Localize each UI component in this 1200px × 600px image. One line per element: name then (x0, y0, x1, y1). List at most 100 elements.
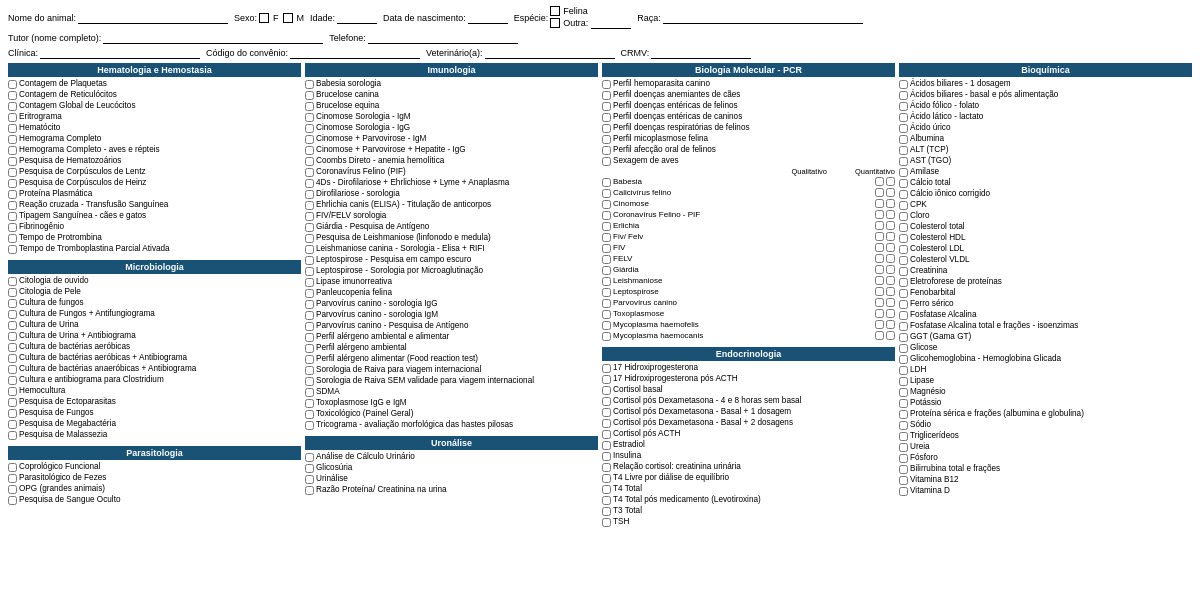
checkbox[interactable] (602, 124, 611, 133)
checkbox[interactable] (8, 485, 17, 494)
checkbox[interactable] (305, 179, 314, 188)
checkbox[interactable] (305, 355, 314, 364)
checkbox[interactable] (8, 179, 17, 188)
checkbox[interactable] (305, 475, 314, 484)
species-outra-input[interactable] (591, 17, 631, 29)
checkbox[interactable] (899, 245, 908, 254)
checkbox[interactable] (899, 421, 908, 430)
checkbox[interactable] (602, 310, 611, 319)
checkbox[interactable] (8, 387, 17, 396)
checkbox[interactable] (305, 399, 314, 408)
checkbox[interactable] (602, 244, 611, 253)
checkbox[interactable] (899, 355, 908, 364)
checkbox[interactable] (8, 168, 17, 177)
checkbox[interactable] (305, 124, 314, 133)
checkbox[interactable] (305, 201, 314, 210)
checkbox[interactable] (8, 113, 17, 122)
checkbox[interactable] (602, 364, 611, 373)
sex-m-box[interactable] (283, 13, 293, 23)
checkbox[interactable] (305, 135, 314, 144)
checkbox[interactable] (899, 410, 908, 419)
vet-input[interactable] (485, 47, 615, 59)
checkbox[interactable] (602, 91, 611, 100)
checkbox[interactable] (305, 157, 314, 166)
checkbox[interactable] (899, 278, 908, 287)
qualitative-checkbox[interactable] (875, 320, 884, 329)
checkbox[interactable] (602, 332, 611, 341)
crmv-input[interactable] (651, 47, 751, 59)
checkbox[interactable] (8, 332, 17, 341)
checkbox[interactable] (8, 398, 17, 407)
checkbox[interactable] (8, 135, 17, 144)
checkbox[interactable] (899, 454, 908, 463)
quantitative-checkbox[interactable] (886, 331, 895, 340)
checkbox[interactable] (8, 102, 17, 111)
checkbox[interactable] (602, 419, 611, 428)
checkbox[interactable] (8, 299, 17, 308)
checkbox[interactable] (8, 354, 17, 363)
checkbox[interactable] (899, 179, 908, 188)
checkbox[interactable] (899, 377, 908, 386)
checkbox[interactable] (8, 343, 17, 352)
sex-f-box[interactable] (259, 13, 269, 23)
checkbox[interactable] (8, 310, 17, 319)
checkbox[interactable] (8, 223, 17, 232)
checkbox[interactable] (899, 124, 908, 133)
checkbox[interactable] (305, 102, 314, 111)
checkbox[interactable] (8, 431, 17, 440)
checkbox[interactable] (602, 299, 611, 308)
checkbox[interactable] (899, 465, 908, 474)
quantitative-checkbox[interactable] (886, 210, 895, 219)
species-outra-box[interactable] (550, 18, 560, 28)
checkbox[interactable] (899, 91, 908, 100)
checkbox[interactable] (602, 113, 611, 122)
checkbox[interactable] (602, 375, 611, 384)
checkbox[interactable] (305, 256, 314, 265)
checkbox[interactable] (899, 212, 908, 221)
checkbox[interactable] (899, 366, 908, 375)
quantitative-checkbox[interactable] (886, 177, 895, 186)
checkbox[interactable] (305, 278, 314, 287)
checkbox[interactable] (602, 233, 611, 242)
checkbox[interactable] (899, 113, 908, 122)
quantitative-checkbox[interactable] (886, 276, 895, 285)
checkbox[interactable] (8, 288, 17, 297)
checkbox[interactable] (305, 146, 314, 155)
checkbox[interactable] (305, 453, 314, 462)
checkbox[interactable] (305, 486, 314, 495)
checkbox[interactable] (305, 300, 314, 309)
species-felina-box[interactable] (550, 6, 560, 16)
checkbox[interactable] (8, 365, 17, 374)
checkbox[interactable] (8, 201, 17, 210)
qualitative-checkbox[interactable] (875, 232, 884, 241)
dob-input[interactable] (468, 12, 508, 24)
checkbox[interactable] (602, 277, 611, 286)
checkbox[interactable] (8, 157, 17, 166)
checkbox[interactable] (602, 255, 611, 264)
checkbox[interactable] (602, 135, 611, 144)
quantitative-checkbox[interactable] (886, 232, 895, 241)
checkbox[interactable] (8, 212, 17, 221)
checkbox[interactable] (602, 222, 611, 231)
checkbox[interactable] (602, 211, 611, 220)
checkbox[interactable] (602, 518, 611, 527)
checkbox[interactable] (305, 289, 314, 298)
checkbox[interactable] (899, 157, 908, 166)
qualitative-checkbox[interactable] (875, 331, 884, 340)
checkbox[interactable] (8, 463, 17, 472)
qualitative-checkbox[interactable] (875, 287, 884, 296)
checkbox[interactable] (8, 420, 17, 429)
checkbox[interactable] (899, 476, 908, 485)
race-input[interactable] (663, 12, 863, 24)
checkbox[interactable] (899, 399, 908, 408)
checkbox[interactable] (602, 288, 611, 297)
checkbox[interactable] (602, 474, 611, 483)
checkbox[interactable] (602, 157, 611, 166)
checkbox[interactable] (305, 212, 314, 221)
checkbox[interactable] (8, 409, 17, 418)
checkbox[interactable] (602, 102, 611, 111)
checkbox[interactable] (8, 376, 17, 385)
checkbox[interactable] (8, 146, 17, 155)
checkbox[interactable] (602, 397, 611, 406)
animal-name-input[interactable] (78, 12, 228, 24)
